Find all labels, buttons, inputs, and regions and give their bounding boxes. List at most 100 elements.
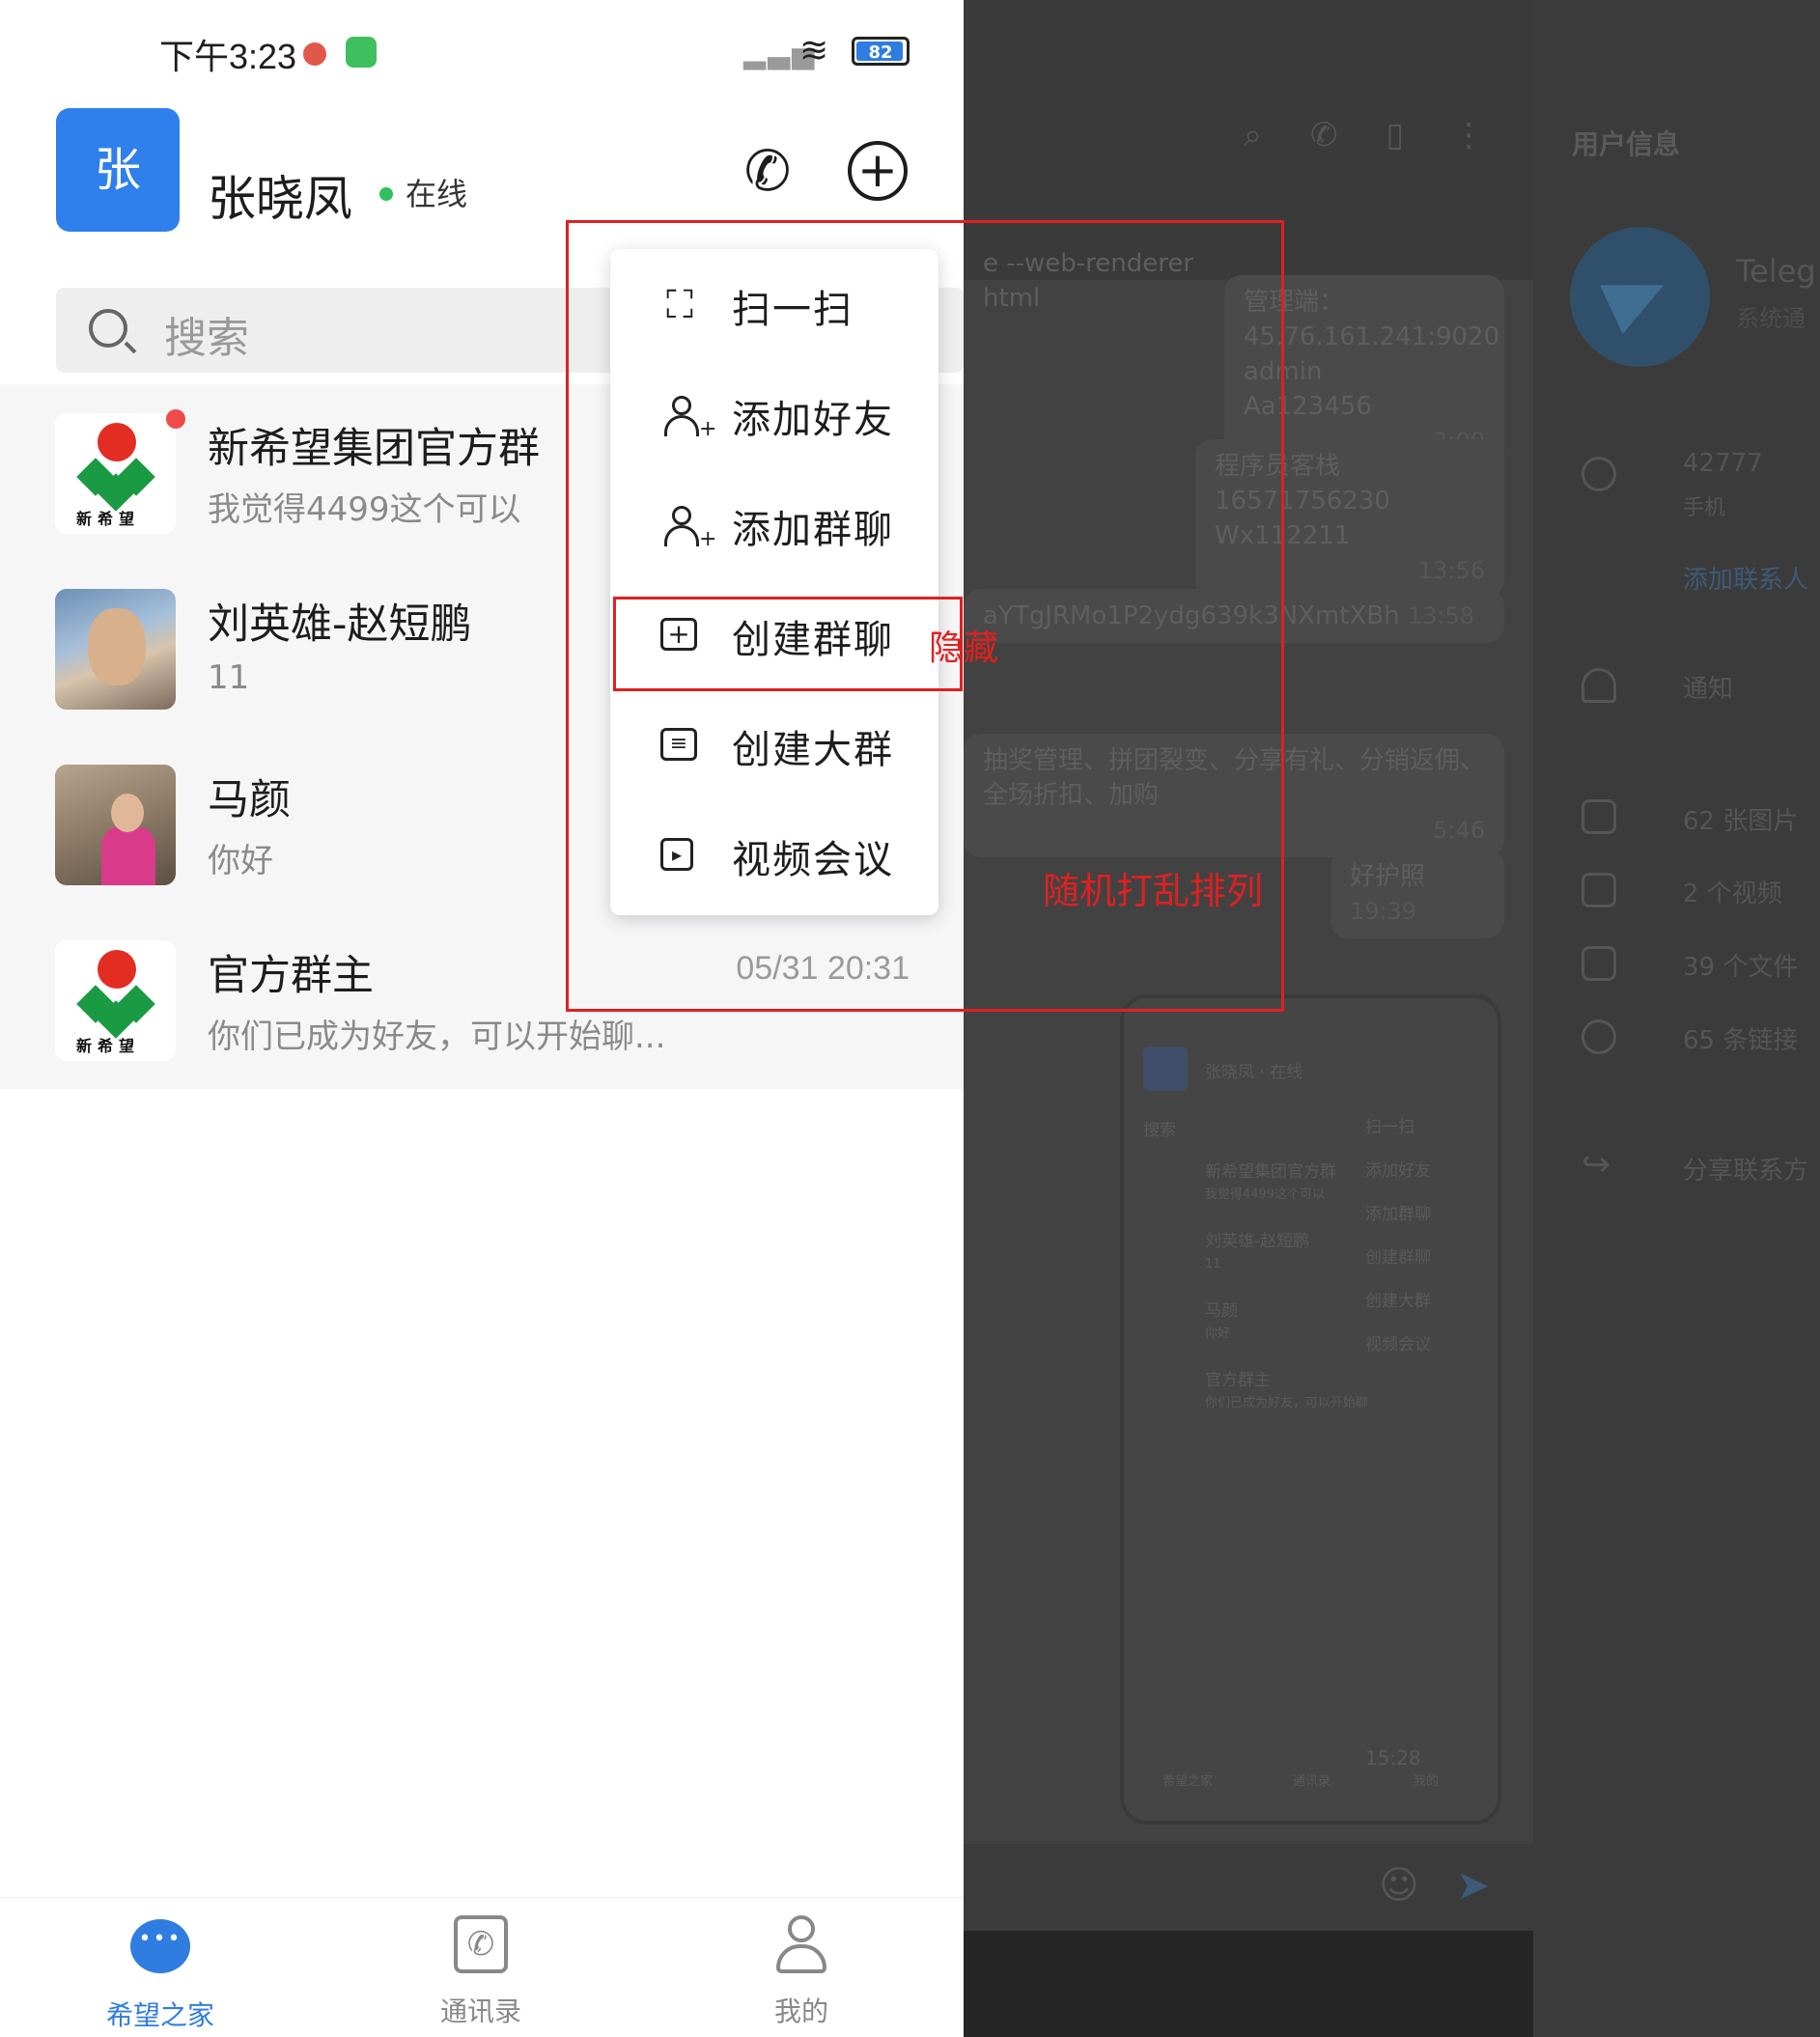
link-icon bbox=[1582, 1019, 1616, 1054]
bg-chat-bubble: 程序员客栈 16571756230 Wx112211 13:56 bbox=[1195, 439, 1504, 598]
bg-mini-tab: 通讯录 bbox=[1293, 1774, 1331, 1789]
bg-info-row: 42777 bbox=[1683, 449, 1763, 478]
bg-user-info-panel: 用户信息 Teleg 系统通 42777 手机 添加联系人 通知 62 张图片 … bbox=[1533, 0, 1820, 2037]
xinxiwang-logo-icon: 新希望 bbox=[55, 940, 176, 1061]
wifi-icon: ≋ bbox=[799, 31, 829, 70]
tab-label: 希望之家 bbox=[105, 1999, 214, 2031]
battery-icon: 82 bbox=[852, 37, 910, 66]
search-placeholder: 搜索 bbox=[164, 314, 249, 363]
bg-info-row-sub: 手机 bbox=[1683, 496, 1726, 520]
video-meeting-icon: ▸ bbox=[660, 838, 693, 871]
tab-me[interactable]: 我的 bbox=[705, 1915, 898, 2029]
contact-avatar bbox=[55, 765, 176, 885]
panel-icon: ▯ bbox=[1386, 116, 1405, 154]
conversation-preview: 你们已成为好友，可以开始聊... bbox=[208, 1018, 666, 1056]
conversation-preview: 11 bbox=[208, 658, 250, 697]
menu-item-add-friend[interactable]: + 添加好友 bbox=[610, 359, 938, 469]
conversation-title: 新希望集团官方群 bbox=[208, 425, 540, 473]
bg-chat-bubble: 好护照 19:39 bbox=[1330, 850, 1504, 938]
app-header: 张 张晓凤 在线 ✆ + bbox=[0, 97, 964, 259]
bg-info-row: 62 张图片 bbox=[1683, 807, 1799, 836]
conversation-time: 05/31 20:31 bbox=[736, 950, 910, 987]
menu-item-add-group[interactable]: + 添加群聊 bbox=[610, 469, 938, 579]
share-icon: ↪ bbox=[1582, 1145, 1611, 1185]
my-avatar[interactable]: 张 bbox=[56, 108, 180, 232]
more-icon: ⋮ bbox=[1452, 116, 1486, 154]
bg-info-row: 分享联系方 bbox=[1683, 1157, 1809, 1186]
bg-mini-phone-screenshot: 张晓凤 · 在线 搜索 扫一扫 添加好友 添加群聊 创建群聊 创建大群 视频会议… bbox=[1120, 994, 1501, 1825]
bell-icon bbox=[1582, 668, 1616, 703]
chat-icon bbox=[129, 1919, 191, 1981]
menu-item-scan[interactable]: ⛶ 扫一扫 bbox=[610, 249, 938, 359]
tab-label: 通讯录 bbox=[439, 1995, 521, 2027]
bg-mini-avatar bbox=[1143, 1046, 1188, 1091]
bg-toolbar-icons: ⌕ ✆ ▯ ⋮ bbox=[1244, 116, 1485, 154]
app-notification-icon bbox=[346, 37, 377, 68]
annotation-shuffle-label: 随机打乱排列 bbox=[1043, 870, 1264, 912]
info-icon bbox=[1582, 457, 1616, 491]
search-icon bbox=[89, 309, 127, 348]
menu-item-create-group-chat[interactable]: + 创建群聊 bbox=[610, 579, 938, 689]
add-group-icon: + bbox=[664, 506, 716, 550]
bg-mini-conv: 新希望集团官方群 我觉得4499这个可以 bbox=[1205, 1162, 1336, 1202]
menu-item-label: 添加好友 bbox=[732, 398, 894, 442]
bg-info-name: Teleg bbox=[1736, 253, 1816, 290]
unread-badge bbox=[166, 409, 185, 429]
bottom-tab-bar: 希望之家 ✆ 通讯录 我的 bbox=[0, 1897, 964, 2037]
menu-item-label: 扫一扫 bbox=[732, 288, 854, 332]
xinxiwang-logo-icon: 新希望 bbox=[55, 413, 176, 534]
bg-mini-name: 张晓凤 · 在线 bbox=[1205, 1063, 1303, 1082]
bg-info-row: 添加联系人 bbox=[1683, 566, 1809, 595]
bg-info-row: 39 个文件 bbox=[1683, 953, 1799, 982]
bg-chat-bubble: aYTgJRMo1P2ydg639k3NXmtXBh 13:58 bbox=[964, 589, 1504, 643]
conversation-preview: 我觉得4499这个可以 bbox=[208, 490, 521, 529]
profile-icon bbox=[770, 1915, 832, 1977]
group-avatar: 新希望 bbox=[55, 940, 176, 1061]
telegram-avatar-icon bbox=[1570, 227, 1710, 367]
phone-call-icon[interactable]: ✆ bbox=[732, 135, 803, 207]
video-icon bbox=[1582, 873, 1616, 907]
menu-item-label: 创建群聊 bbox=[732, 618, 894, 662]
conversation-preview: 你好 bbox=[208, 842, 273, 880]
bg-mini-conv: 刘英雄-赵短鹏 11 bbox=[1205, 1232, 1310, 1271]
notification-icon bbox=[303, 42, 326, 66]
bg-chat-line: e --web-renderer html bbox=[983, 249, 1194, 313]
menu-item-label: 创建大群 bbox=[732, 728, 894, 772]
menu-item-create-large-group[interactable]: ≡ 创建大群 bbox=[610, 689, 938, 799]
bg-info-title: 用户信息 bbox=[1572, 128, 1681, 160]
add-plus-icon[interactable]: + bbox=[848, 141, 908, 201]
contacts-icon: ✆ bbox=[450, 1915, 512, 1977]
tab-home[interactable]: 希望之家 bbox=[64, 1915, 257, 2033]
conversation-title: 刘英雄-赵短鹏 bbox=[208, 600, 472, 649]
bg-mini-search: 搜索 bbox=[1143, 1121, 1176, 1140]
bg-message-input: ☺ ➤ bbox=[964, 1844, 1533, 1931]
status-time: 下午3:23 bbox=[159, 37, 297, 76]
group-avatar: 新希望 bbox=[55, 413, 176, 534]
conversation-title: 马颜 bbox=[208, 776, 291, 824]
bg-info-sub: 系统通 bbox=[1736, 305, 1806, 332]
create-large-group-icon: ≡ bbox=[660, 728, 697, 761]
menu-item-label: 视频会议 bbox=[732, 838, 894, 882]
create-group-chat-icon: + bbox=[660, 618, 697, 651]
conversation-item[interactable]: 新希望 官方群主 你们已成为好友，可以开始聊... 05/31 20:31 bbox=[0, 911, 964, 1087]
bg-mini-menu: 扫一扫 添加好友 添加群聊 创建群聊 创建大群 视频会议 bbox=[1365, 1118, 1431, 1354]
tab-contacts[interactable]: ✆ 通讯录 bbox=[384, 1915, 577, 2029]
bg-mini-tab: 希望之家 bbox=[1162, 1774, 1214, 1789]
background-desktop-app: ⌕ ✆ ▯ ⋮ e --web-renderer html 管理端： 45.76… bbox=[964, 0, 1820, 2037]
annotation-hide-label: 隐藏 bbox=[929, 628, 999, 668]
search-icon: ⌕ bbox=[1244, 116, 1263, 154]
bg-chat-bubble: 抽奖管理、拼团裂变、分享有礼、分销返佣、 全场折扣、加购 5:46 bbox=[964, 734, 1504, 857]
bg-mini-conv: 马颜 你好 bbox=[1205, 1301, 1238, 1341]
menu-item-video-meeting[interactable]: ▸ 视频会议 bbox=[610, 799, 938, 909]
image-icon bbox=[1582, 799, 1616, 834]
add-friend-icon: + bbox=[664, 396, 716, 440]
contact-avatar bbox=[55, 589, 176, 710]
scan-icon: ⛶ bbox=[666, 283, 693, 327]
online-status-dot bbox=[379, 187, 393, 201]
file-icon bbox=[1582, 946, 1616, 981]
tab-label: 我的 bbox=[773, 1995, 828, 2027]
bg-mini-time: 15:28 bbox=[1365, 1746, 1421, 1770]
bg-info-row: 2 个视频 bbox=[1683, 879, 1782, 908]
plus-dropdown-menu: ⛶ 扫一扫 + 添加好友 + 添加群聊 + 创建群聊 ≡ 创建大群 ▸ 视频会议 bbox=[610, 249, 938, 915]
my-name: 张晓凤 bbox=[208, 171, 352, 227]
